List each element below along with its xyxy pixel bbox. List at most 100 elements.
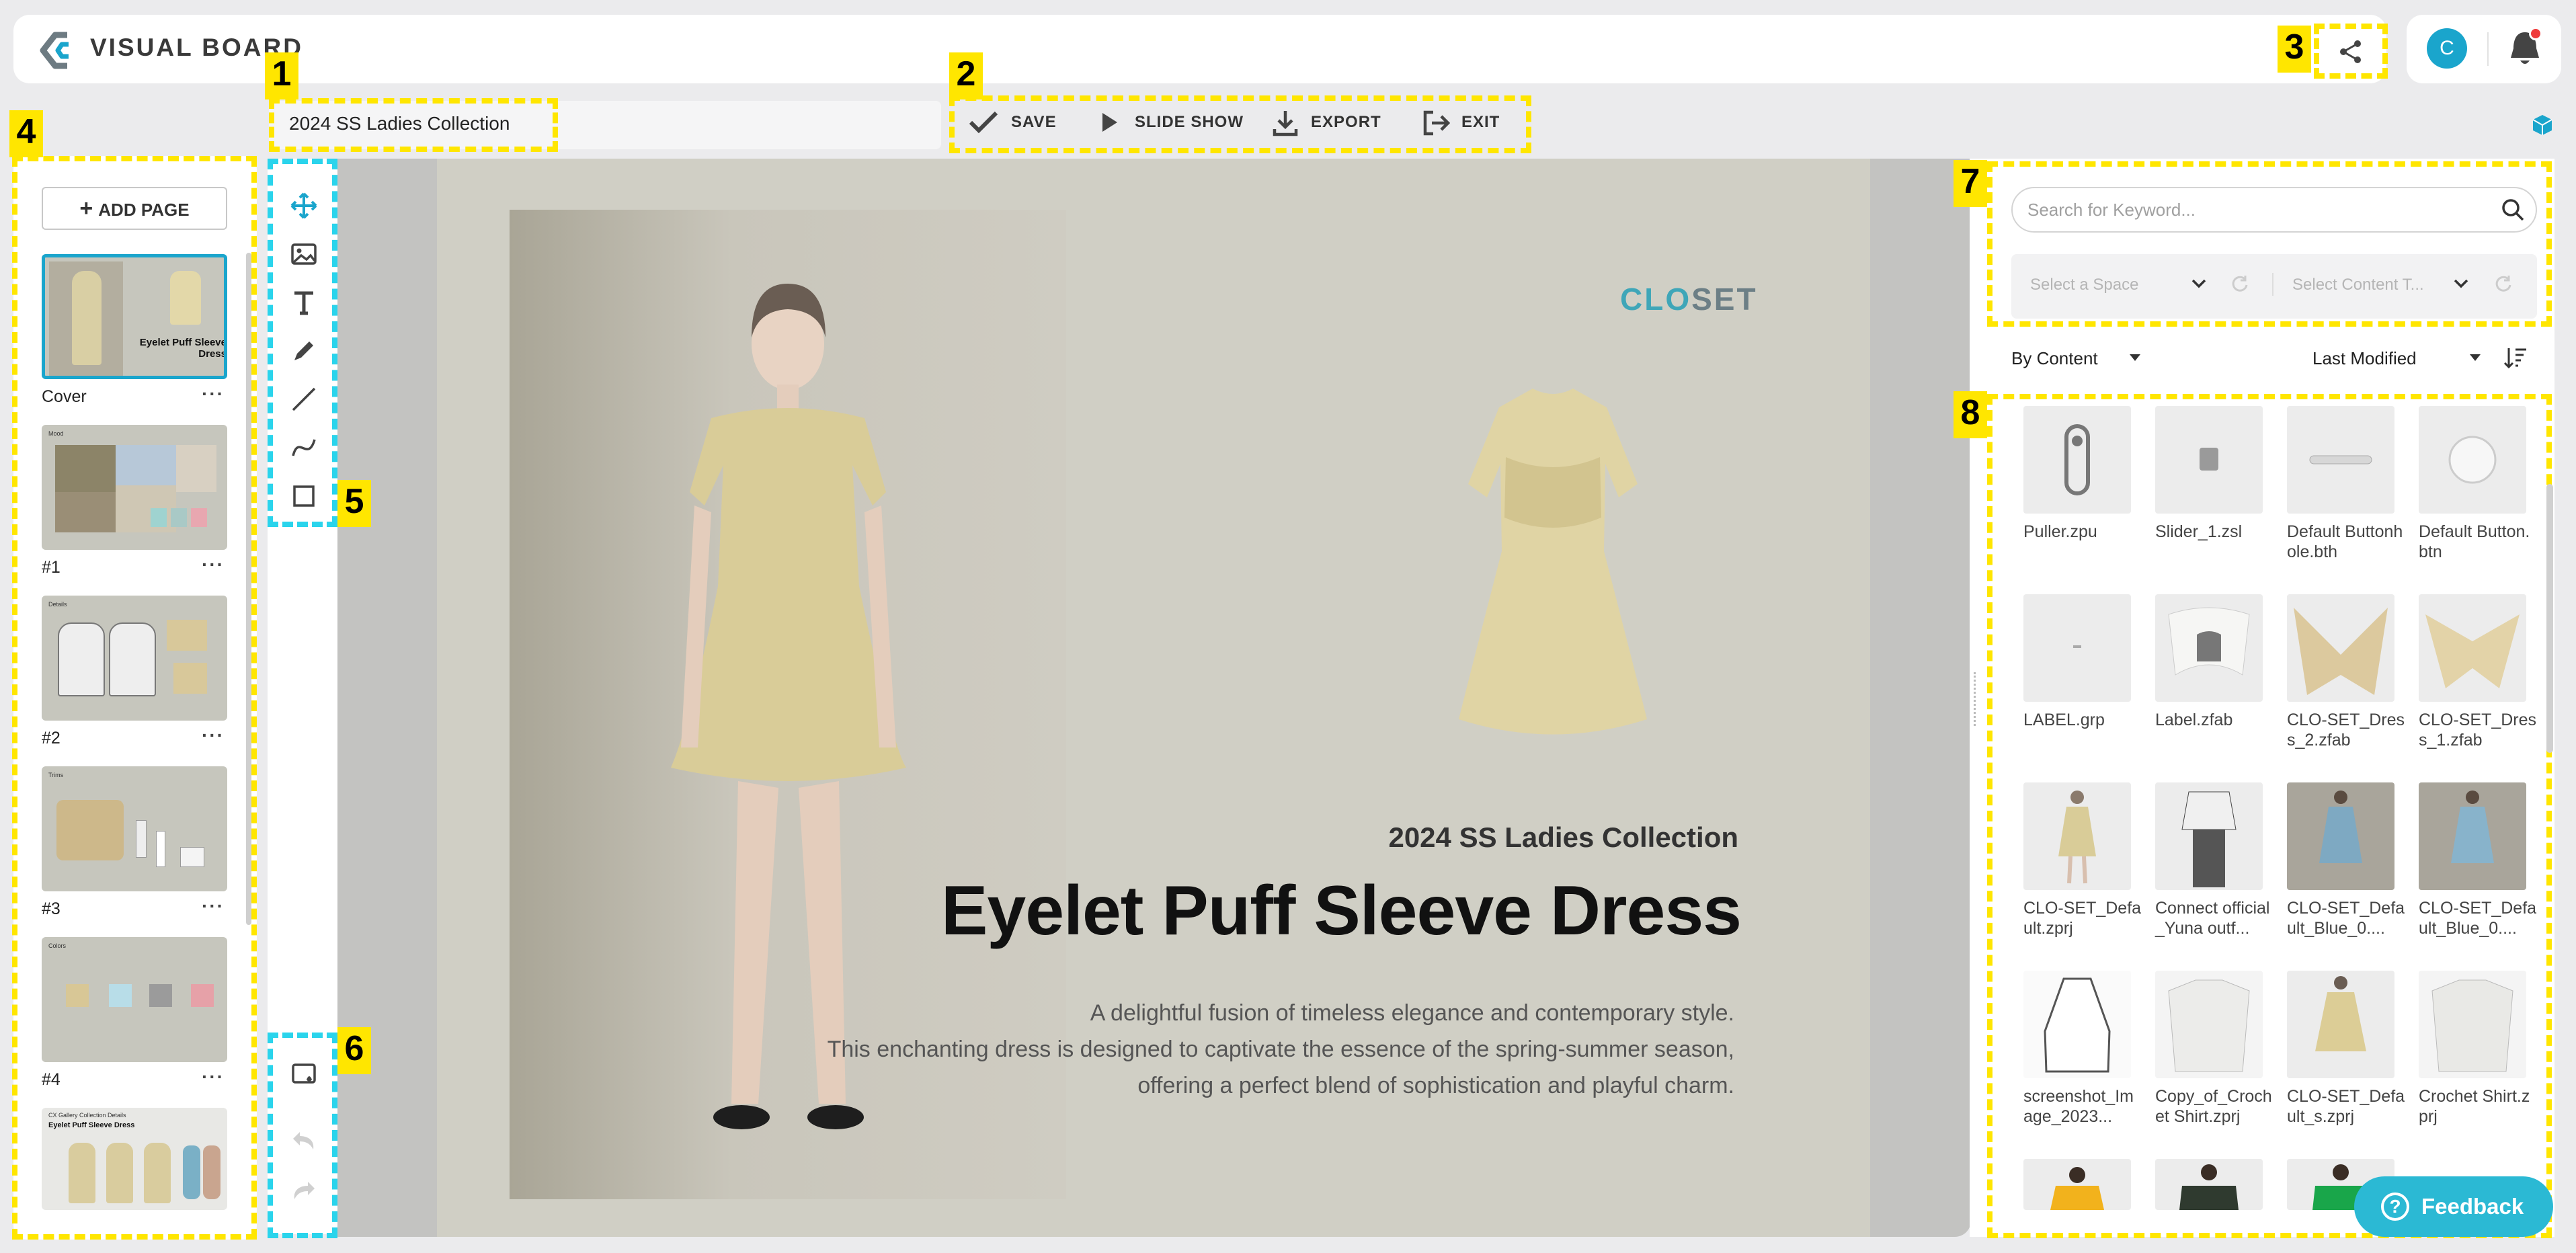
title-highlight (269, 98, 558, 152)
thumb-img (55, 445, 116, 492)
swatch (151, 508, 167, 527)
pages-scrollbar[interactable] (246, 253, 251, 925)
asset-thumb[interactable] (2287, 782, 2394, 890)
refresh-icon[interactable] (2230, 274, 2249, 293)
asset-thumb[interactable] (2023, 594, 2131, 702)
thumb-trim (156, 831, 165, 867)
rectangle-icon[interactable] (289, 481, 319, 511)
exit-button[interactable]: EXIT (1421, 110, 1500, 136)
avatar-jacket-icon (2179, 1164, 2239, 1210)
sort-by-select[interactable]: Last Modified (2312, 348, 2417, 369)
asset-thumb[interactable] (2419, 406, 2526, 514)
slide-title[interactable]: Eyelet Puff Sleeve Dress (874, 871, 1742, 951)
callout-badge: 7 (1954, 160, 1987, 207)
export-button[interactable]: EXPORT (1272, 111, 1381, 136)
avatar[interactable]: C (2427, 28, 2467, 69)
page-thumb-3[interactable]: Trims (42, 766, 227, 891)
save-button[interactable]: SAVE (968, 111, 1057, 134)
page-more-button[interactable]: ··· (202, 1066, 225, 1088)
caret-down-icon[interactable] (2128, 352, 2142, 363)
asset-thumb[interactable] (2155, 594, 2263, 702)
redo-icon[interactable] (289, 1176, 319, 1206)
feedback-button[interactable]: ? Feedback (2354, 1176, 2553, 1237)
page-more-button[interactable]: ··· (202, 383, 225, 405)
asset-thumb[interactable] (2419, 782, 2526, 890)
asset-thumb[interactable] (2023, 971, 2131, 1078)
chevron-down-icon[interactable] (2452, 277, 2470, 290)
thumb-sketch (109, 622, 156, 696)
library-scrollbar[interactable] (2546, 484, 2553, 753)
pen-icon[interactable] (289, 336, 319, 366)
feedback-label: Feedback (2421, 1194, 2524, 1219)
asset-thumb[interactable] (2287, 971, 2394, 1078)
thumb-dress (144, 1143, 171, 1203)
space-select[interactable]: Select a Space (2030, 276, 2138, 294)
slide-subtitle[interactable]: 2024 SS Ladies Collection (1049, 821, 1738, 854)
asset-thumb[interactable] (2155, 406, 2263, 514)
slide-description-line[interactable]: offering a perfect blend of sophisticati… (807, 1067, 1734, 1104)
page-more-button[interactable]: ··· (202, 895, 225, 917)
callout-badge: 5 (337, 480, 371, 527)
panel-resize-handle[interactable] (1974, 672, 1979, 726)
slideshow-button[interactable]: SLIDE SHOW (1100, 113, 1244, 132)
background-icon[interactable] (289, 1059, 319, 1089)
asset-thumb[interactable] (2155, 971, 2263, 1078)
asset-thumb[interactable] (2023, 782, 2131, 890)
slide-logo[interactable]: CLOSET (1620, 281, 1758, 317)
page-thumb-cover[interactable]: Eyelet Puff Sleeve Dress (42, 254, 227, 379)
page-thumb-4[interactable]: Colors (42, 937, 227, 1062)
swatch (191, 508, 207, 527)
search-placeholder: Search for Keyword... (2027, 200, 2196, 220)
slide-description-line[interactable]: This enchanting dress is designed to cap… (807, 1031, 1734, 1067)
asset-thumb[interactable] (2287, 406, 2394, 514)
page-thumb-5[interactable]: CX Gallery Collection Details Eyelet Puf… (42, 1108, 227, 1210)
app-logo-icon[interactable] (34, 27, 81, 74)
chevron-down-icon[interactable] (2190, 277, 2208, 290)
asset-thumb[interactable] (2155, 1159, 2263, 1210)
crochet-shirt-icon (2168, 979, 2250, 1072)
sort-order-icon[interactable] (2502, 344, 2529, 371)
undo-icon[interactable] (289, 1127, 319, 1156)
color-swatch (149, 984, 172, 1007)
top-bar (13, 15, 2386, 83)
page-thumb-1[interactable]: Mood (42, 425, 227, 550)
add-page-button[interactable]: + ADD PAGE (42, 187, 227, 230)
text-icon[interactable] (289, 288, 319, 317)
collar-fabric-icon (2168, 607, 2250, 676)
asset-thumb[interactable] (2023, 406, 2131, 514)
page-thumb-2[interactable]: Details (42, 596, 227, 721)
asset-thumb[interactable] (2287, 594, 2394, 702)
asset-thumb[interactable] (2023, 1159, 2131, 1210)
asset-name: Connect official_Yuna outf... (2155, 899, 2270, 938)
search-icon[interactable] (2499, 196, 2526, 223)
caret-down-icon[interactable] (2468, 352, 2482, 363)
move-icon[interactable] (289, 191, 319, 220)
callout-badge: 6 (337, 1027, 371, 1074)
color-swatch (66, 984, 89, 1007)
group-by-select[interactable]: By Content (2011, 348, 2098, 369)
content-type-select[interactable]: Select Content T... (2292, 276, 2424, 294)
page-more-button[interactable]: ··· (202, 554, 225, 575)
thumb-dress (170, 271, 201, 325)
dress-fabric-icon (2294, 608, 2388, 695)
page-more-button[interactable]: ··· (202, 725, 225, 746)
dress-render[interactable] (1452, 383, 1654, 760)
refresh-icon[interactable] (2494, 274, 2513, 293)
3d-cube-icon[interactable] (2530, 113, 2554, 137)
thumb-label: Trims (48, 772, 64, 778)
callout-badge: 8 (1954, 391, 1987, 438)
share-icon[interactable] (2337, 38, 2365, 66)
slide-description-line[interactable]: A delightful fusion of timeless elegance… (807, 995, 1734, 1031)
slideshow-label: SLIDE SHOW (1135, 113, 1244, 131)
asset-thumb[interactable] (2419, 594, 2526, 702)
thumb-label: Mood (48, 430, 64, 437)
thumb-trim (136, 820, 147, 858)
curve-icon[interactable] (289, 433, 319, 462)
page-label-1: #1 (42, 558, 61, 577)
line-icon[interactable] (289, 385, 319, 414)
callout-badge: 3 (2278, 26, 2311, 73)
thumb-model (72, 271, 102, 365)
asset-thumb[interactable] (2155, 782, 2263, 890)
image-icon[interactable] (289, 239, 319, 269)
asset-thumb[interactable] (2419, 971, 2526, 1078)
